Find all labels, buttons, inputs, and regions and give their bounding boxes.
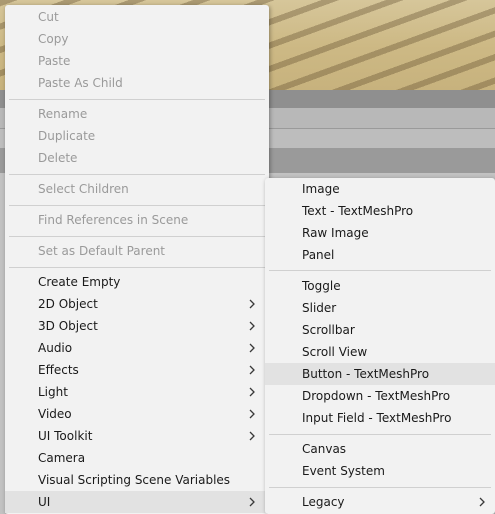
menu-item-2d-object[interactable]: 2D Object — [5, 293, 269, 315]
menu-item-label: UI Toolkit — [38, 429, 93, 443]
submenu-item-button-textmeshpro[interactable]: Button - TextMeshPro — [265, 363, 495, 385]
menu-item-label: Event System — [302, 464, 385, 478]
menu-item-label: Text - TextMeshPro — [302, 204, 414, 218]
menu-item-delete[interactable]: Delete — [5, 147, 269, 169]
submenu-item-toggle[interactable]: Toggle — [265, 275, 495, 297]
menu-item-label: Panel — [302, 248, 335, 262]
menu-item-label: Video — [38, 407, 72, 421]
submenu-item-text-textmeshpro[interactable]: Text - TextMeshPro — [265, 200, 495, 222]
menu-item-create-empty[interactable]: Create Empty — [5, 271, 269, 293]
chevron-right-icon — [249, 315, 255, 337]
menu-item-label: Raw Image — [302, 226, 369, 240]
menu-item-label: Set as Default Parent — [38, 244, 166, 258]
submenu-item-scroll-view[interactable]: Scroll View — [265, 341, 495, 363]
menu-item-3d-object[interactable]: 3D Object — [5, 315, 269, 337]
chevron-right-icon — [249, 337, 255, 359]
submenu-item-event-system[interactable]: Event System — [265, 460, 495, 482]
menu-item-label: Create Empty — [38, 275, 121, 289]
chevron-right-icon — [249, 425, 255, 447]
menu-item-select-children[interactable]: Select Children — [5, 178, 269, 200]
menu-item-label: Cut — [38, 10, 59, 24]
menu-item-label: Button - TextMeshPro — [302, 367, 430, 381]
menu-item-label: Scrollbar — [302, 323, 355, 337]
menu-item-cut[interactable]: Cut — [5, 6, 269, 28]
menu-item-duplicate[interactable]: Duplicate — [5, 125, 269, 147]
menu-item-paste-as-child[interactable]: Paste As Child — [5, 72, 269, 94]
submenu-item-canvas[interactable]: Canvas — [265, 438, 495, 460]
menu-item-copy[interactable]: Copy — [5, 28, 269, 50]
menu-item-ui-toolkit[interactable]: UI Toolkit — [5, 425, 269, 447]
menu-separator — [269, 270, 491, 271]
chevron-right-icon — [249, 293, 255, 315]
menu-separator — [9, 236, 265, 237]
menu-item-label: Dropdown - TextMeshPro — [302, 389, 451, 403]
submenu-item-raw-image[interactable]: Raw Image — [265, 222, 495, 244]
menu-item-label: Scroll View — [302, 345, 368, 359]
menu-item-label: Paste As Child — [38, 76, 123, 90]
submenu-item-dropdown-textmeshpro[interactable]: Dropdown - TextMeshPro — [265, 385, 495, 407]
menu-item-label: 3D Object — [38, 319, 98, 333]
menu-item-label: Delete — [38, 151, 78, 165]
menu-separator — [9, 267, 265, 268]
submenu-item-slider[interactable]: Slider — [265, 297, 495, 319]
menu-item-audio[interactable]: Audio — [5, 337, 269, 359]
menu-item-set-default-parent[interactable]: Set as Default Parent — [5, 240, 269, 262]
chevron-right-icon — [249, 403, 255, 425]
menu-item-label: Camera — [38, 451, 86, 465]
menu-item-label: Toggle — [302, 279, 341, 293]
chevron-right-icon — [479, 491, 485, 513]
menu-item-label: Find References in Scene — [38, 213, 189, 227]
chevron-right-icon — [249, 381, 255, 403]
menu-item-light[interactable]: Light — [5, 381, 269, 403]
menu-item-effects[interactable]: Effects — [5, 359, 269, 381]
menu-separator — [9, 99, 265, 100]
submenu-item-scrollbar[interactable]: Scrollbar — [265, 319, 495, 341]
menu-item-label: Slider — [302, 301, 337, 315]
ui-submenu: Image Text - TextMeshPro Raw Image Panel… — [265, 178, 495, 514]
menu-item-find-references[interactable]: Find References in Scene — [5, 209, 269, 231]
submenu-item-image[interactable]: Image — [265, 178, 495, 200]
menu-item-label: Image — [302, 182, 340, 196]
menu-item-label: UI — [38, 495, 51, 509]
menu-item-label: Legacy — [302, 495, 345, 509]
menu-item-label: Copy — [38, 32, 69, 46]
menu-item-label: Duplicate — [38, 129, 96, 143]
submenu-item-panel[interactable]: Panel — [265, 244, 495, 266]
menu-item-label: Visual Scripting Scene Variables — [38, 473, 231, 487]
submenu-item-input-field-textmeshpro[interactable]: Input Field - TextMeshPro — [265, 407, 495, 429]
menu-item-visual-scripting-scene-variables[interactable]: Visual Scripting Scene Variables — [5, 469, 269, 491]
chevron-right-icon — [249, 491, 255, 513]
menu-separator — [269, 434, 491, 435]
hierarchy-context-menu: Cut Copy Paste Paste As Child Rename Dup… — [5, 5, 269, 514]
menu-item-label: Audio — [38, 341, 73, 355]
menu-item-ui[interactable]: UI — [5, 491, 269, 513]
menu-item-camera[interactable]: Camera — [5, 447, 269, 469]
menu-item-label: Input Field - TextMeshPro — [302, 411, 452, 425]
menu-separator — [9, 174, 265, 175]
submenu-item-legacy[interactable]: Legacy — [265, 491, 495, 513]
menu-separator — [269, 487, 491, 488]
menu-item-paste[interactable]: Paste — [5, 50, 269, 72]
menu-item-label: 2D Object — [38, 297, 98, 311]
menu-item-label: Light — [38, 385, 68, 399]
menu-item-video[interactable]: Video — [5, 403, 269, 425]
menu-item-label: Select Children — [38, 182, 129, 196]
menu-item-label: Paste — [38, 54, 71, 68]
menu-item-rename[interactable]: Rename — [5, 103, 269, 125]
menu-item-label: Rename — [38, 107, 88, 121]
menu-item-label: Effects — [38, 363, 79, 377]
menu-item-label: Canvas — [302, 442, 347, 456]
menu-separator — [9, 205, 265, 206]
chevron-right-icon — [249, 359, 255, 381]
